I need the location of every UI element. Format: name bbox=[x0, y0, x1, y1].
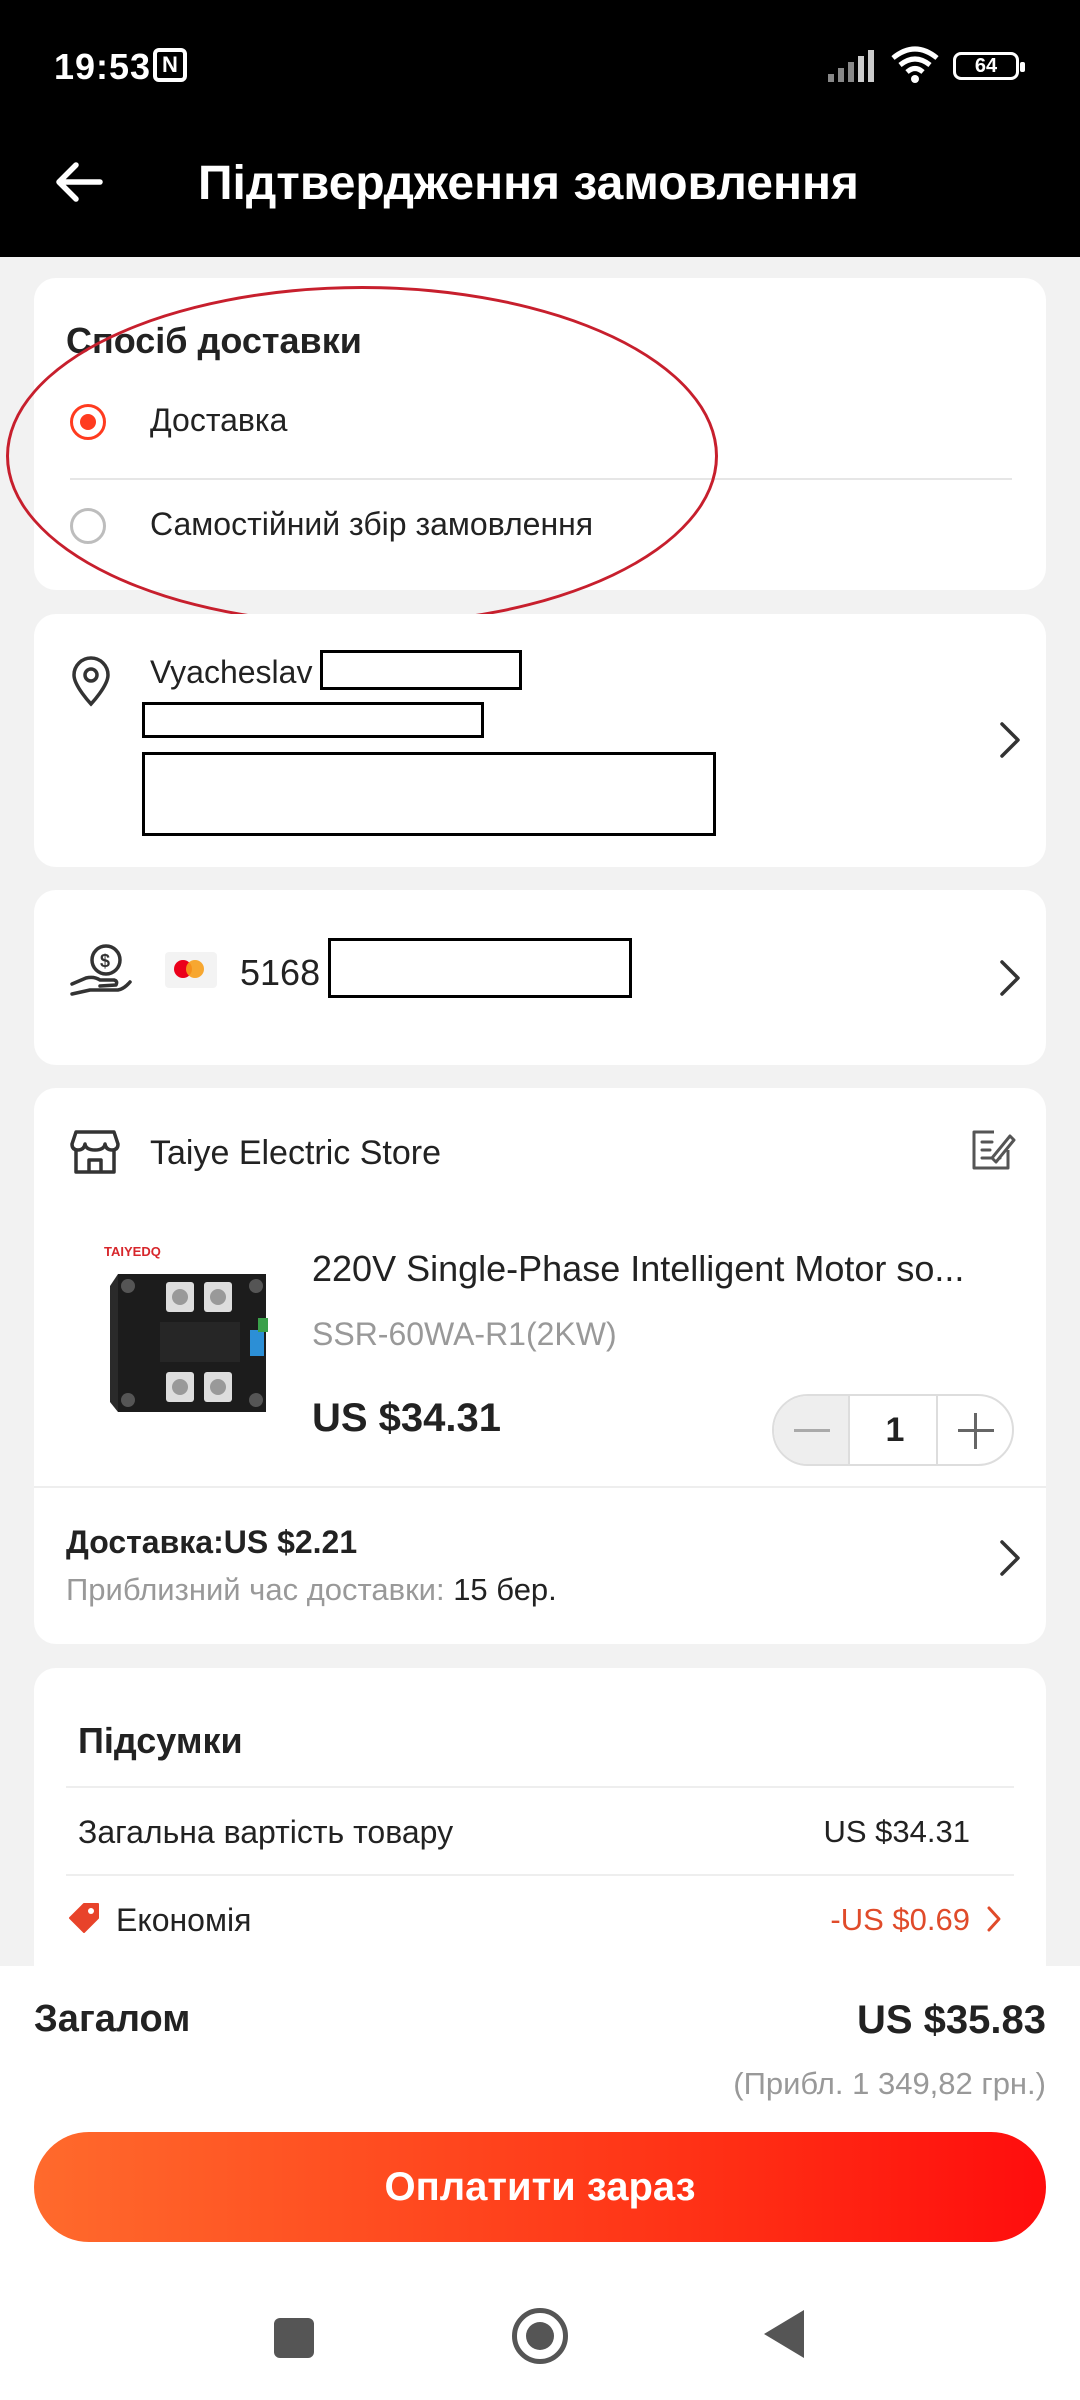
savings-value[interactable]: -US $0.69 bbox=[830, 1902, 970, 1938]
chevron-right-icon bbox=[1000, 722, 1020, 758]
quantity-value[interactable]: 1 bbox=[852, 1396, 938, 1464]
recipient-name: Vyacheslav bbox=[150, 654, 313, 690]
address-card[interactable]: Vyacheslav bbox=[34, 614, 1046, 867]
chevron-right-icon bbox=[987, 1906, 1001, 1932]
status-bar: 19:53 N 64 bbox=[0, 0, 1080, 130]
divider bbox=[34, 1486, 1046, 1488]
signal-icon bbox=[828, 50, 874, 82]
product-image-brand: TAIYEDQ bbox=[104, 1244, 161, 1259]
redacted-box bbox=[142, 752, 716, 836]
shipping-eta-value: 15 бер. bbox=[453, 1572, 557, 1607]
total-value: US $35.83 bbox=[856, 1998, 1046, 2042]
divider bbox=[66, 1874, 1014, 1876]
radio-delivery[interactable] bbox=[70, 404, 106, 440]
chevron-right-icon bbox=[1000, 1540, 1020, 1576]
summary-title: Підсумки bbox=[78, 1720, 243, 1761]
radio-self-pickup[interactable] bbox=[70, 508, 106, 544]
store-name[interactable]: Taiye Electric Store bbox=[150, 1134, 441, 1173]
edit-note-icon[interactable] bbox=[970, 1128, 1016, 1174]
radio-delivery-label[interactable]: Доставка bbox=[150, 402, 287, 439]
redacted-box bbox=[320, 650, 522, 690]
items-total-label: Загальна вартість товару bbox=[78, 1814, 454, 1850]
delivery-method-card: Спосіб доставки Доставка Самостійний збі… bbox=[34, 278, 1046, 590]
svg-text:$: $ bbox=[100, 951, 110, 971]
shipping-eta: Приблизний час доставки: 15 бер. bbox=[66, 1572, 557, 1607]
delivery-method-title: Спосіб доставки bbox=[66, 320, 362, 361]
product-price: US $34.31 bbox=[312, 1396, 502, 1440]
money-hand-icon: $ bbox=[70, 944, 132, 996]
recent-apps-button[interactable] bbox=[274, 2318, 314, 2358]
chevron-right-icon bbox=[1000, 960, 1020, 996]
app-header: Підтвердження замовлення bbox=[0, 130, 1080, 257]
card-number: 5168 bbox=[240, 952, 321, 993]
quantity-decrease-button[interactable] bbox=[774, 1396, 850, 1464]
mastercard-icon bbox=[165, 952, 217, 988]
home-button[interactable] bbox=[512, 2308, 568, 2364]
battery-icon: 64 bbox=[953, 52, 1025, 80]
wifi-icon bbox=[891, 46, 939, 83]
product-variant[interactable]: SSR-60WA-R1(2KW) bbox=[312, 1316, 617, 1353]
location-pin-icon bbox=[72, 656, 110, 707]
quantity-increase-button[interactable] bbox=[936, 1396, 1012, 1464]
back-button[interactable] bbox=[764, 2310, 804, 2358]
page-title: Підтвердження замовлення bbox=[198, 157, 859, 210]
redacted-box bbox=[328, 938, 632, 998]
items-total-value: US $34.31 bbox=[823, 1814, 971, 1849]
divider bbox=[70, 478, 1012, 480]
savings-label: Економія bbox=[116, 1902, 252, 1938]
redacted-box bbox=[142, 702, 484, 738]
shipping-cost: Доставка:US $2.21 bbox=[66, 1524, 358, 1560]
back-arrow-icon[interactable] bbox=[50, 152, 110, 212]
pay-now-button[interactable]: Оплатити зараз bbox=[34, 2132, 1046, 2242]
quantity-stepper: 1 bbox=[772, 1394, 1014, 1466]
nfc-icon: N bbox=[153, 48, 187, 82]
price-tag-icon bbox=[69, 1903, 99, 1933]
store-icon[interactable] bbox=[70, 1128, 120, 1176]
total-label: Загалом bbox=[34, 1998, 191, 2040]
divider bbox=[66, 1786, 1014, 1788]
status-time: 19:53 bbox=[54, 46, 152, 87]
product-title[interactable]: 220V Single-Phase Intelligent Motor so..… bbox=[312, 1248, 1012, 1290]
payment-card[interactable]: $ 5168 bbox=[34, 890, 1046, 1065]
total-approx-uah: (Прибл. 1 349,82 грн.) bbox=[733, 2066, 1046, 2101]
product-image[interactable]: TAIYEDQ bbox=[70, 1234, 280, 1424]
product-card: Taiye Electric Store TAIYEDQ 220V Single… bbox=[34, 1088, 1046, 1644]
radio-self-pickup-label[interactable]: Самостійний збір замовлення bbox=[150, 506, 593, 543]
